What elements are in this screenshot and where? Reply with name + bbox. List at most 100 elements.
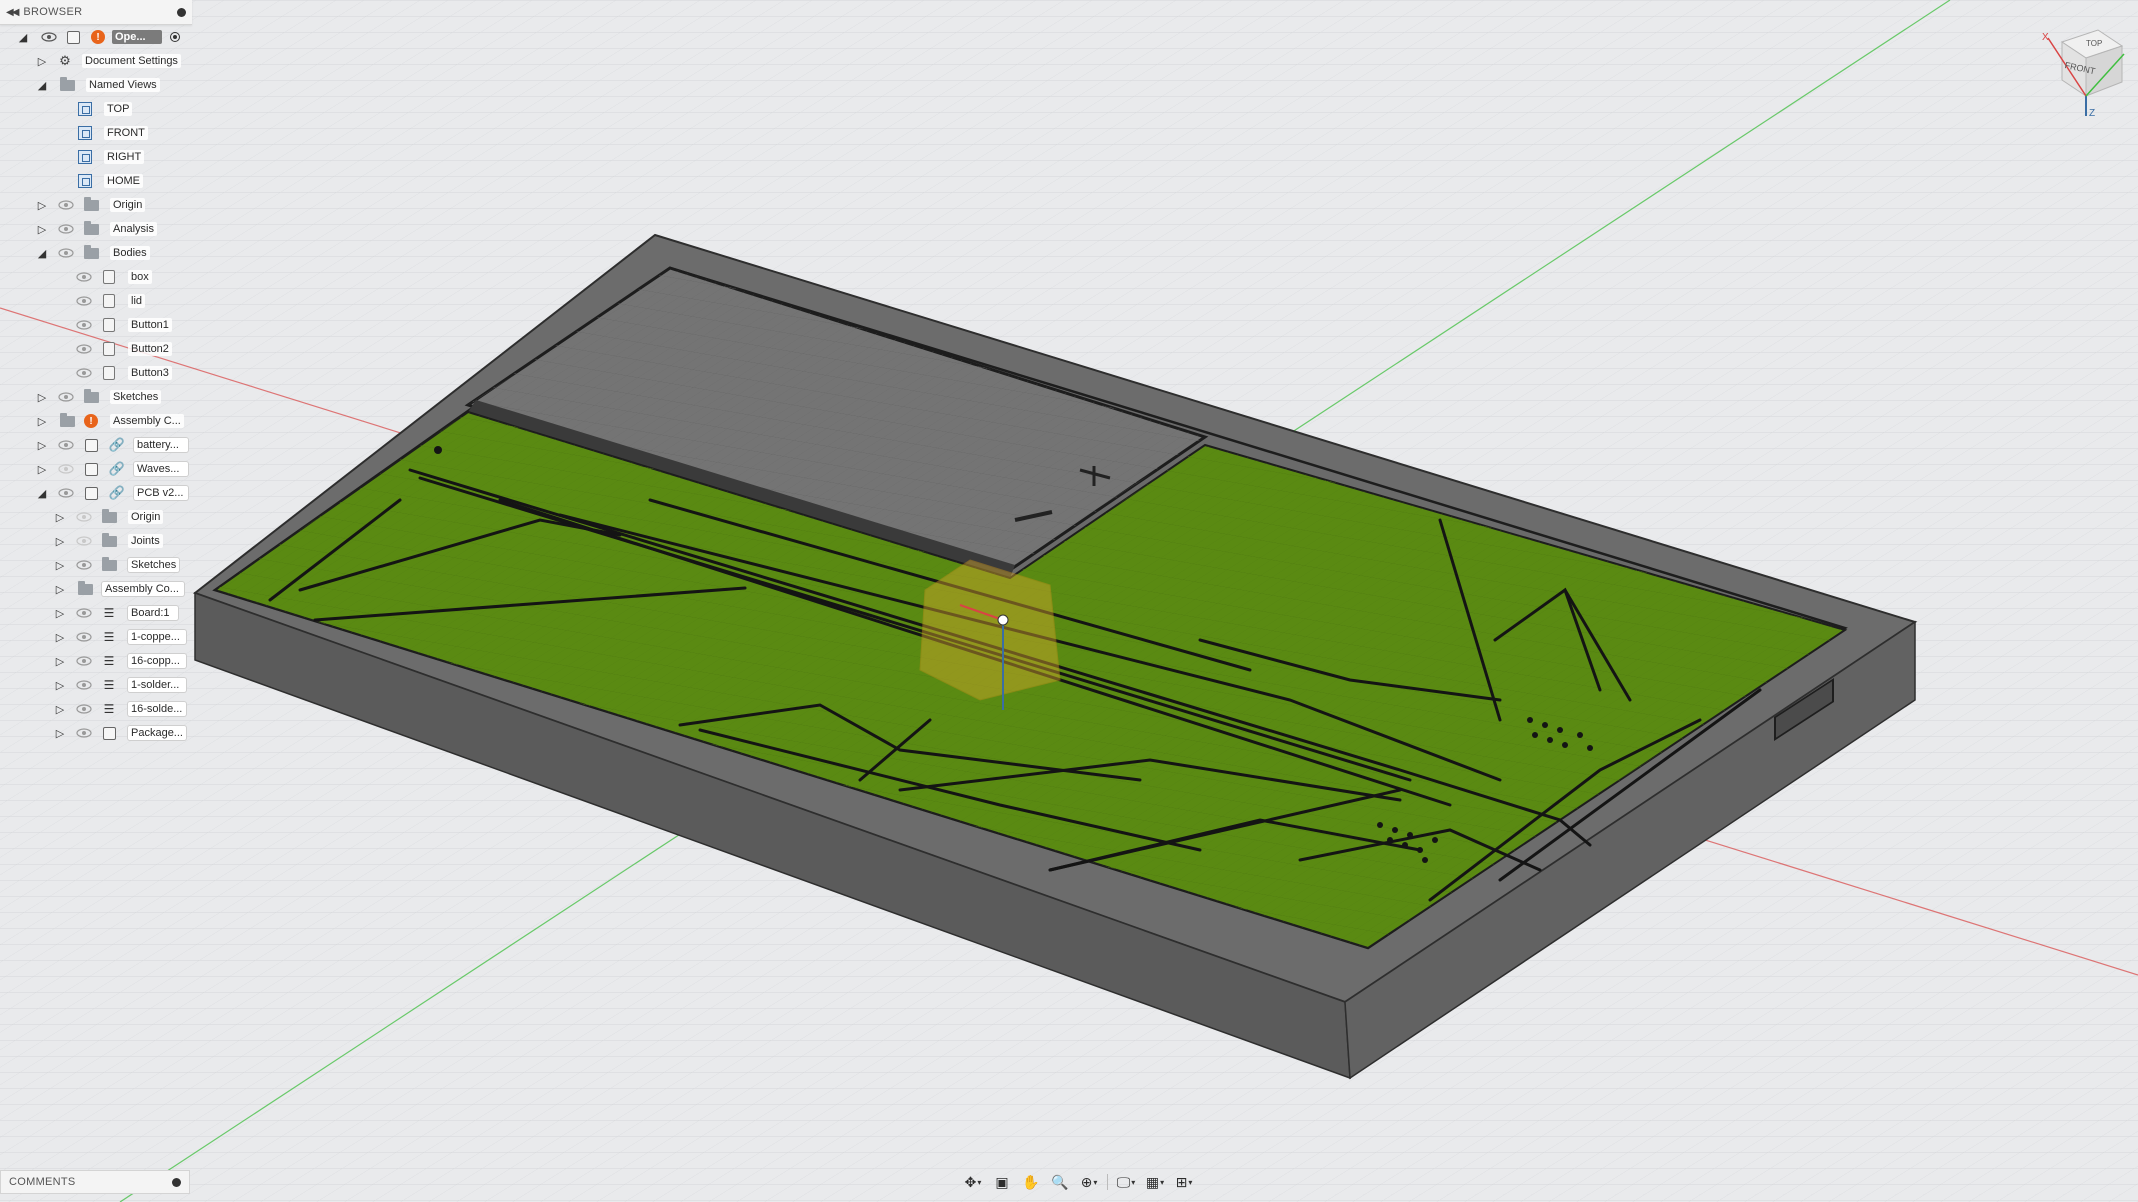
tree-item-sketches[interactable]: ▷ Sketches: [0, 385, 192, 409]
visibility-eye-icon[interactable]: [57, 198, 75, 212]
expand-triangle-icon[interactable]: ▷: [53, 702, 67, 716]
tree-item-view-front[interactable]: FRONT: [0, 121, 192, 145]
visibility-eye-icon[interactable]: [75, 270, 93, 284]
expand-triangle-icon[interactable]: ▷: [53, 678, 67, 692]
tree-item-waves[interactable]: ▷ 🔗 Waves...: [0, 457, 192, 481]
tree-item-body-button3[interactable]: Button3: [0, 361, 192, 385]
expand-triangle-icon[interactable]: ▷: [35, 438, 49, 452]
add-comment-icon[interactable]: [172, 1177, 181, 1187]
visibility-eye-icon[interactable]: [75, 678, 93, 692]
visibility-eye-icon[interactable]: [75, 318, 93, 332]
expand-triangle-icon[interactable]: ▷: [53, 726, 67, 740]
tree-item-document-settings[interactable]: ▷ ⚙ Document Settings: [0, 49, 192, 73]
tree-item-pcb-origin[interactable]: ▷ Origin: [0, 505, 192, 529]
expand-triangle-icon[interactable]: ▷: [53, 510, 67, 524]
tree-item-body-lid[interactable]: lid: [0, 289, 192, 313]
expand-triangle-icon[interactable]: ▷: [35, 414, 49, 428]
activate-radio-icon[interactable]: [166, 28, 184, 46]
visibility-eye-icon[interactable]: [40, 30, 58, 44]
visibility-eye-icon[interactable]: [75, 726, 93, 740]
tree-item-assembly-contexts[interactable]: ▷ ! Assembly C...: [0, 409, 192, 433]
pan-icon[interactable]: ✋: [1018, 1171, 1044, 1193]
collapse-triangle-icon[interactable]: ◢: [16, 30, 30, 44]
fit-icon[interactable]: ⊕ ▾: [1076, 1171, 1102, 1193]
tree-item-analysis[interactable]: ▷ Analysis: [0, 217, 192, 241]
document-component-icon: [64, 28, 82, 46]
canvas-viewport[interactable]: [0, 0, 2138, 1202]
expand-triangle-icon[interactable]: ▷: [53, 606, 67, 620]
tree-item-label: Document Settings: [82, 54, 181, 68]
tree-item-body-button2[interactable]: Button2: [0, 337, 192, 361]
folder-icon: [82, 220, 100, 238]
collapse-triangle-icon[interactable]: ◢: [35, 78, 49, 92]
visibility-eye-hidden-icon[interactable]: [75, 510, 93, 524]
viewports-icon[interactable]: ⊞ ▾: [1171, 1171, 1197, 1193]
view-cube[interactable]: FRONT TOP X Z: [2040, 24, 2130, 120]
tree-item-16-copper[interactable]: ▷ ☰ 16-copp...: [0, 649, 192, 673]
tree-item-pcb-assembly-contexts[interactable]: ▷ Assembly Co...: [0, 577, 192, 601]
visibility-eye-icon[interactable]: [75, 558, 93, 572]
tree-item-body-box[interactable]: box: [0, 265, 192, 289]
tree-item-bodies[interactable]: ◢ Bodies: [0, 241, 192, 265]
visibility-eye-hidden-icon[interactable]: [57, 462, 75, 476]
tree-item-package[interactable]: ▷ Package...: [0, 721, 192, 745]
visibility-eye-hidden-icon[interactable]: [75, 534, 93, 548]
expand-triangle-icon[interactable]: ▷: [53, 582, 67, 596]
tree-item-battery[interactable]: ▷ 🔗 battery...: [0, 433, 192, 457]
viewcube-top-label[interactable]: TOP: [2086, 39, 2102, 48]
expand-triangle-icon[interactable]: ▷: [53, 534, 67, 548]
visibility-eye-icon[interactable]: [75, 702, 93, 716]
layers-icon: ☰: [103, 702, 115, 716]
tree-item-label: Named Views: [86, 78, 160, 92]
zoom-icon[interactable]: 🔍: [1047, 1171, 1073, 1193]
visibility-eye-icon[interactable]: [75, 342, 93, 356]
tree-item-pcb-joints[interactable]: ▷ Joints: [0, 529, 192, 553]
expand-triangle-icon[interactable]: ▷: [53, 630, 67, 644]
tree-item-1-solder[interactable]: ▷ ☰ 1-solder...: [0, 673, 192, 697]
expand-triangle-icon[interactable]: ▷: [35, 54, 49, 68]
tree-item-pcb-sketches[interactable]: ▷ Sketches: [0, 553, 192, 577]
expand-triangle-icon[interactable]: ▷: [35, 390, 49, 404]
grid-icon[interactable]: ▦ ▾: [1142, 1171, 1168, 1193]
tree-item-view-top[interactable]: TOP: [0, 97, 192, 121]
comments-panel[interactable]: COMMENTS: [0, 1170, 190, 1194]
collapse-triangle-icon[interactable]: ◢: [35, 486, 49, 500]
tree-item-label: Package...: [128, 726, 186, 740]
collapse-panel-icon[interactable]: ◀◀: [6, 7, 19, 18]
link-icon: 🔗: [108, 485, 126, 500]
tree-item-origin[interactable]: ▷ Origin: [0, 193, 192, 217]
body-icon: [100, 292, 118, 310]
tree-item-view-right[interactable]: RIGHT: [0, 145, 192, 169]
visibility-eye-icon[interactable]: [75, 366, 93, 380]
visibility-eye-icon[interactable]: [75, 294, 93, 308]
tree-item-1-copper[interactable]: ▷ ☰ 1-coppe...: [0, 625, 192, 649]
collapse-triangle-icon[interactable]: ◢: [35, 246, 49, 260]
visibility-eye-icon[interactable]: [75, 654, 93, 668]
tree-item-named-views[interactable]: ◢ Named Views: [0, 73, 192, 97]
visibility-eye-icon[interactable]: [57, 438, 75, 452]
tree-item-16-solder[interactable]: ▷ ☰ 16-solde...: [0, 697, 192, 721]
expand-triangle-icon[interactable]: ▷: [53, 654, 67, 668]
expand-triangle-icon[interactable]: ▷: [35, 198, 49, 212]
body-icon: [100, 364, 118, 382]
visibility-eye-icon[interactable]: [57, 246, 75, 260]
expand-triangle-icon[interactable]: ▷: [35, 462, 49, 476]
tree-item-body-button1[interactable]: Button1: [0, 313, 192, 337]
folder-icon: [100, 508, 118, 526]
visibility-eye-icon[interactable]: [57, 222, 75, 236]
tree-item-view-home[interactable]: HOME: [0, 169, 192, 193]
visibility-eye-icon[interactable]: [57, 486, 75, 500]
look-at-icon[interactable]: ▣: [989, 1171, 1015, 1193]
pin-icon[interactable]: [177, 7, 186, 17]
display-settings-icon[interactable]: 🖵 ▾: [1113, 1171, 1139, 1193]
tree-item-pcb[interactable]: ◢ 🔗 PCB v2...: [0, 481, 192, 505]
orbit-icon[interactable]: ✥ ▾: [960, 1171, 986, 1193]
visibility-eye-icon[interactable]: [75, 630, 93, 644]
tree-root[interactable]: ◢ ! Ope...: [0, 25, 192, 49]
expand-triangle-icon[interactable]: ▷: [53, 558, 67, 572]
visibility-eye-icon[interactable]: [57, 390, 75, 404]
visibility-eye-icon[interactable]: [75, 606, 93, 620]
root-document-label[interactable]: Ope...: [112, 30, 162, 44]
tree-item-board[interactable]: ▷ ☰ Board:1: [0, 601, 192, 625]
expand-triangle-icon[interactable]: ▷: [35, 222, 49, 236]
